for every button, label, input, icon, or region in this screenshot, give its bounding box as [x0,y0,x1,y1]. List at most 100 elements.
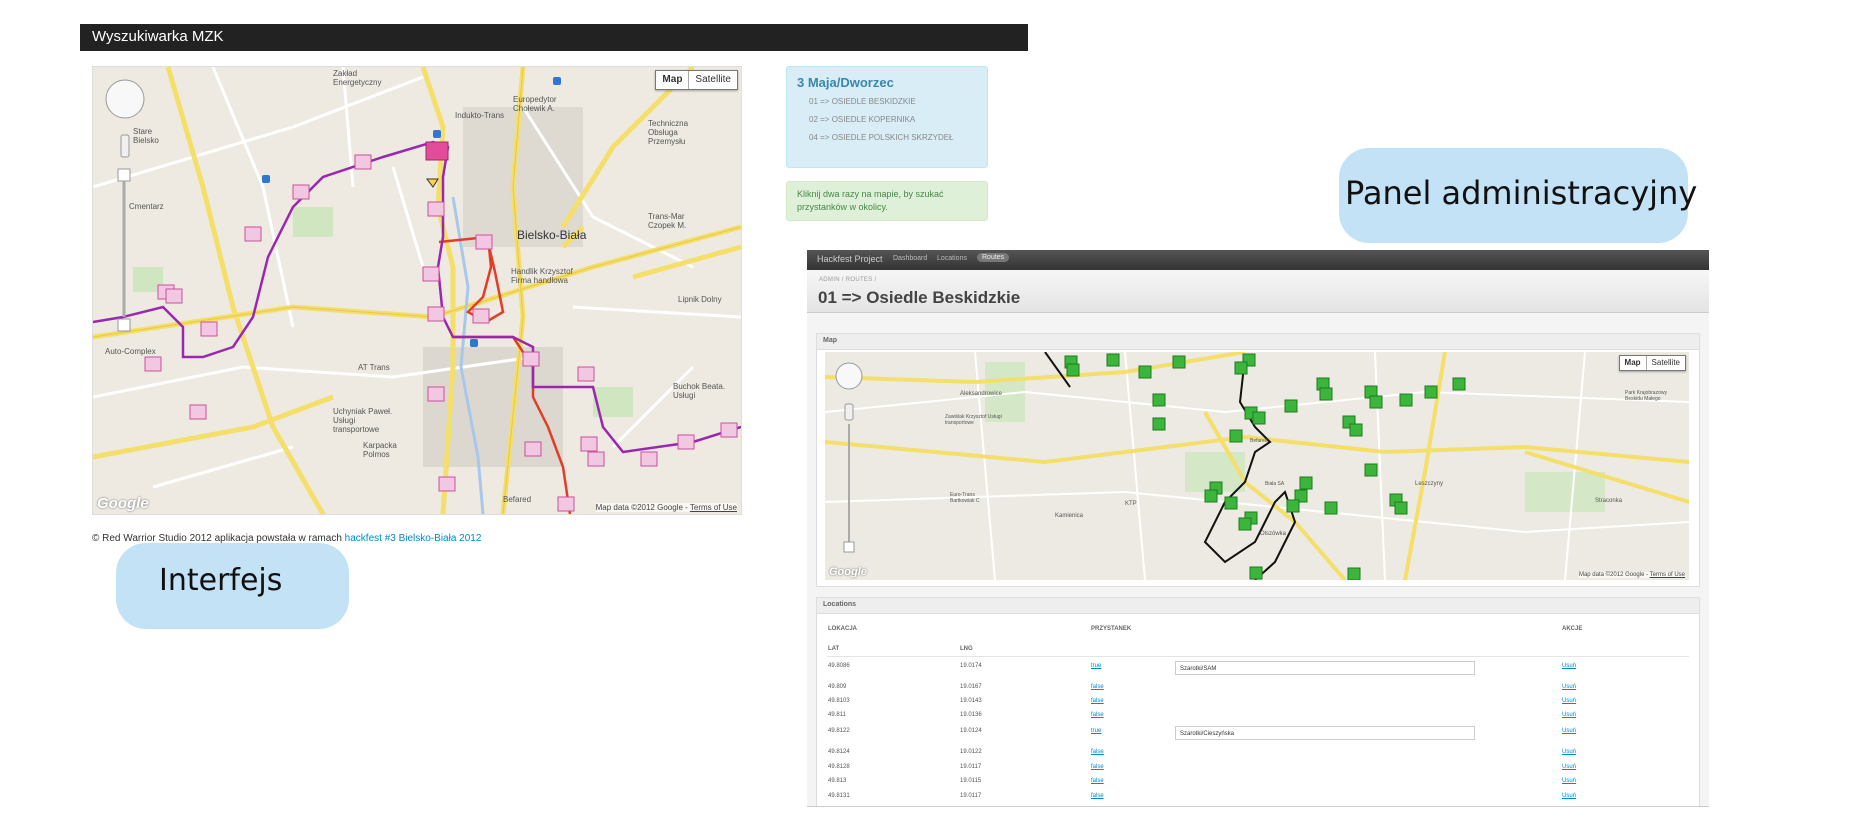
cell-lng: 19.0122 [960,749,982,755]
cell-lng: 19.0117 [960,764,982,770]
admin-map-label: Olszówka [1260,531,1287,537]
cell-flag-link[interactable]: false [1091,764,1104,770]
delete-link[interactable]: Usuń [1562,778,1576,784]
admin-map-type-satellite-button[interactable]: Satellite [1647,356,1685,370]
map-canvas[interactable] [93,67,741,514]
admin-map-label: Aleksandrowice [960,391,1003,397]
cell-lat: 49.809 [828,684,847,690]
admin-map-label: Park Krajobrazowy Beskidu Małego [1625,390,1667,402]
map-label: Zakład Energetyczny [333,69,382,87]
locations-panel: Locations LOKACJA PRZYSTANEK AKCJE LAT L… [816,597,1700,806]
nav-dashboard[interactable]: Dashboard [893,255,927,262]
map-type-control[interactable]: Map Satellite [655,70,738,90]
delete-link[interactable]: Usuń [1562,793,1576,799]
cell-flag-link[interactable]: false [1091,749,1104,755]
hackfest-link[interactable]: hackfest #3 Bielsko-Biała 2012 [345,533,482,544]
admin-map-type-map-button[interactable]: Map [1620,356,1647,370]
admin-map-label: KTP [1125,501,1137,507]
delete-link[interactable]: Usuń [1562,728,1576,734]
cell-lat: 49.8086 [828,663,850,669]
delete-link[interactable]: Usuń [1562,749,1576,755]
map-label: Europedytor Chołewik A. [513,95,557,113]
col-lat: LAT [828,646,840,652]
map-label: Handlik Krzysztof Firma handlowa [511,267,573,285]
cell-flag-link[interactable]: true [1091,728,1101,734]
col-akcje: AKCJE [1562,626,1583,632]
map-label: Trans-Mar Czopek M. [648,212,687,230]
admin-map-attribution-text: Map data ©2012 Google - [1578,572,1650,578]
breadcrumb[interactable]: ADMIN / ROUTES / [819,277,876,283]
admin-map-type-control[interactable]: Map Satellite [1618,355,1686,371]
table-divider [827,656,1689,657]
admin-map-label: Leszczyny [1415,481,1444,487]
cell-lat: 49.813 [828,778,847,784]
cell-lng: 19.0167 [960,684,982,690]
caption-interface: Interfejs [116,543,349,629]
map-label: Cmentarz [129,202,164,211]
admin-terms-link[interactable]: Terms of Use [1650,572,1685,578]
map-label-city: Bielsko-Biała [517,228,587,242]
terms-link[interactable]: Terms of Use [690,503,737,512]
map-panel-title: Map [823,337,837,344]
map-label: Uchyniak Paweł. Usługi transportowe [333,407,393,434]
stop-name-input[interactable]: Szarotki/SAM [1175,661,1475,675]
delete-link[interactable]: Usuń [1562,684,1576,690]
col-lokacja: LOKACJA [828,626,858,632]
cell-lat: 49.8131 [828,793,850,799]
admin-map[interactable]: Map Satellite Aleksandrowice Zawiślak Kr… [825,352,1689,580]
map-label: AT Trans [358,363,390,372]
map-label: Karpacka Polmos [363,441,397,459]
stop-name-input[interactable]: Szarotki/Cieszyńska [1175,726,1475,740]
admin-screenshot: Hackfest Project Dashboard Locations Rou… [807,250,1709,807]
map-type-satellite-button[interactable]: Satellite [689,71,737,89]
admin-map-attribution: Map data ©2012 Google - Terms of Use [1578,572,1685,578]
cell-lng: 19.0115 [960,778,982,784]
cell-flag-link[interactable]: false [1091,793,1104,799]
route-line-link[interactable]: 04 => OSIEDLE POLSKICH SKRZYDEŁ [809,131,969,145]
cell-lat: 49.811 [828,712,846,718]
stop-title: 3 Maja/Dworzec [797,75,894,90]
caption-interface-text: Interfejs [159,563,283,598]
cell-flag-link[interactable]: true [1091,663,1101,669]
admin-map-label: Straconka [1595,498,1623,504]
cell-lng: 19.0174 [960,663,982,669]
cell-flag-link[interactable]: false [1091,684,1104,690]
cell-lat: 49.8122 [828,728,850,734]
admin-brand[interactable]: Hackfest Project [817,254,883,264]
cell-lng: 19.0136 [960,712,982,718]
hint-alert: Kliknij dwa razy na mapie, by szukać prz… [786,181,988,221]
cell-flag-link[interactable]: false [1091,698,1104,704]
nav-routes[interactable]: Routes [977,253,1010,262]
cell-flag-link[interactable]: false [1091,778,1104,784]
col-przystanek: PRZYSTANEK [1091,626,1132,632]
map-label: Buchok Beata. Usługi [673,382,726,400]
col-lng: LNG [960,646,973,652]
admin-map-canvas[interactable] [825,352,1689,580]
cell-lat: 49.8124 [828,749,850,755]
cell-lng: 19.0124 [960,728,982,734]
map-label: Techniczna Obsługa Przemysłu [648,119,689,146]
cell-lat: 49.8128 [828,764,850,770]
delete-link[interactable]: Usuń [1562,698,1576,704]
admin-navbar: Hackfest Project Dashboard Locations Rou… [807,250,1709,270]
map-label: Befared [503,495,532,504]
map-panel-header: Map [817,334,1699,350]
public-map[interactable]: Map Satellite Bielsko-Biała Stare Bielsk… [92,66,742,515]
delete-link[interactable]: Usuń [1562,712,1576,718]
cell-lng: 19.0117 [960,793,982,799]
map-label: Lipnik Dolny [678,295,722,304]
route-line-link[interactable]: 02 => OSIEDLE KOPERNIKA [809,113,969,127]
admin-page-header: ADMIN / ROUTES / 01 => Osiedle Beskidzki… [807,270,1709,313]
route-line-link[interactable]: 01 => OSIEDLE BESKIDZKIE [809,95,969,109]
locations-panel-title: Locations [823,601,857,608]
admin-map-label: Biała SA [1265,481,1285,487]
cell-flag-link[interactable]: false [1091,712,1104,718]
map-type-map-button[interactable]: Map [656,71,690,89]
delete-link[interactable]: Usuń [1562,764,1576,770]
cell-lat: 49.8103 [828,698,850,704]
map-panel: Map Map Satellite Aleksandrowice Zawiśla… [816,333,1700,587]
admin-map-label: Euro-Trans Bartkowiak C [950,492,980,504]
delete-link[interactable]: Usuń [1562,663,1576,669]
nav-locations[interactable]: Locations [937,255,967,262]
map-label: Auto-Complex [105,347,156,356]
